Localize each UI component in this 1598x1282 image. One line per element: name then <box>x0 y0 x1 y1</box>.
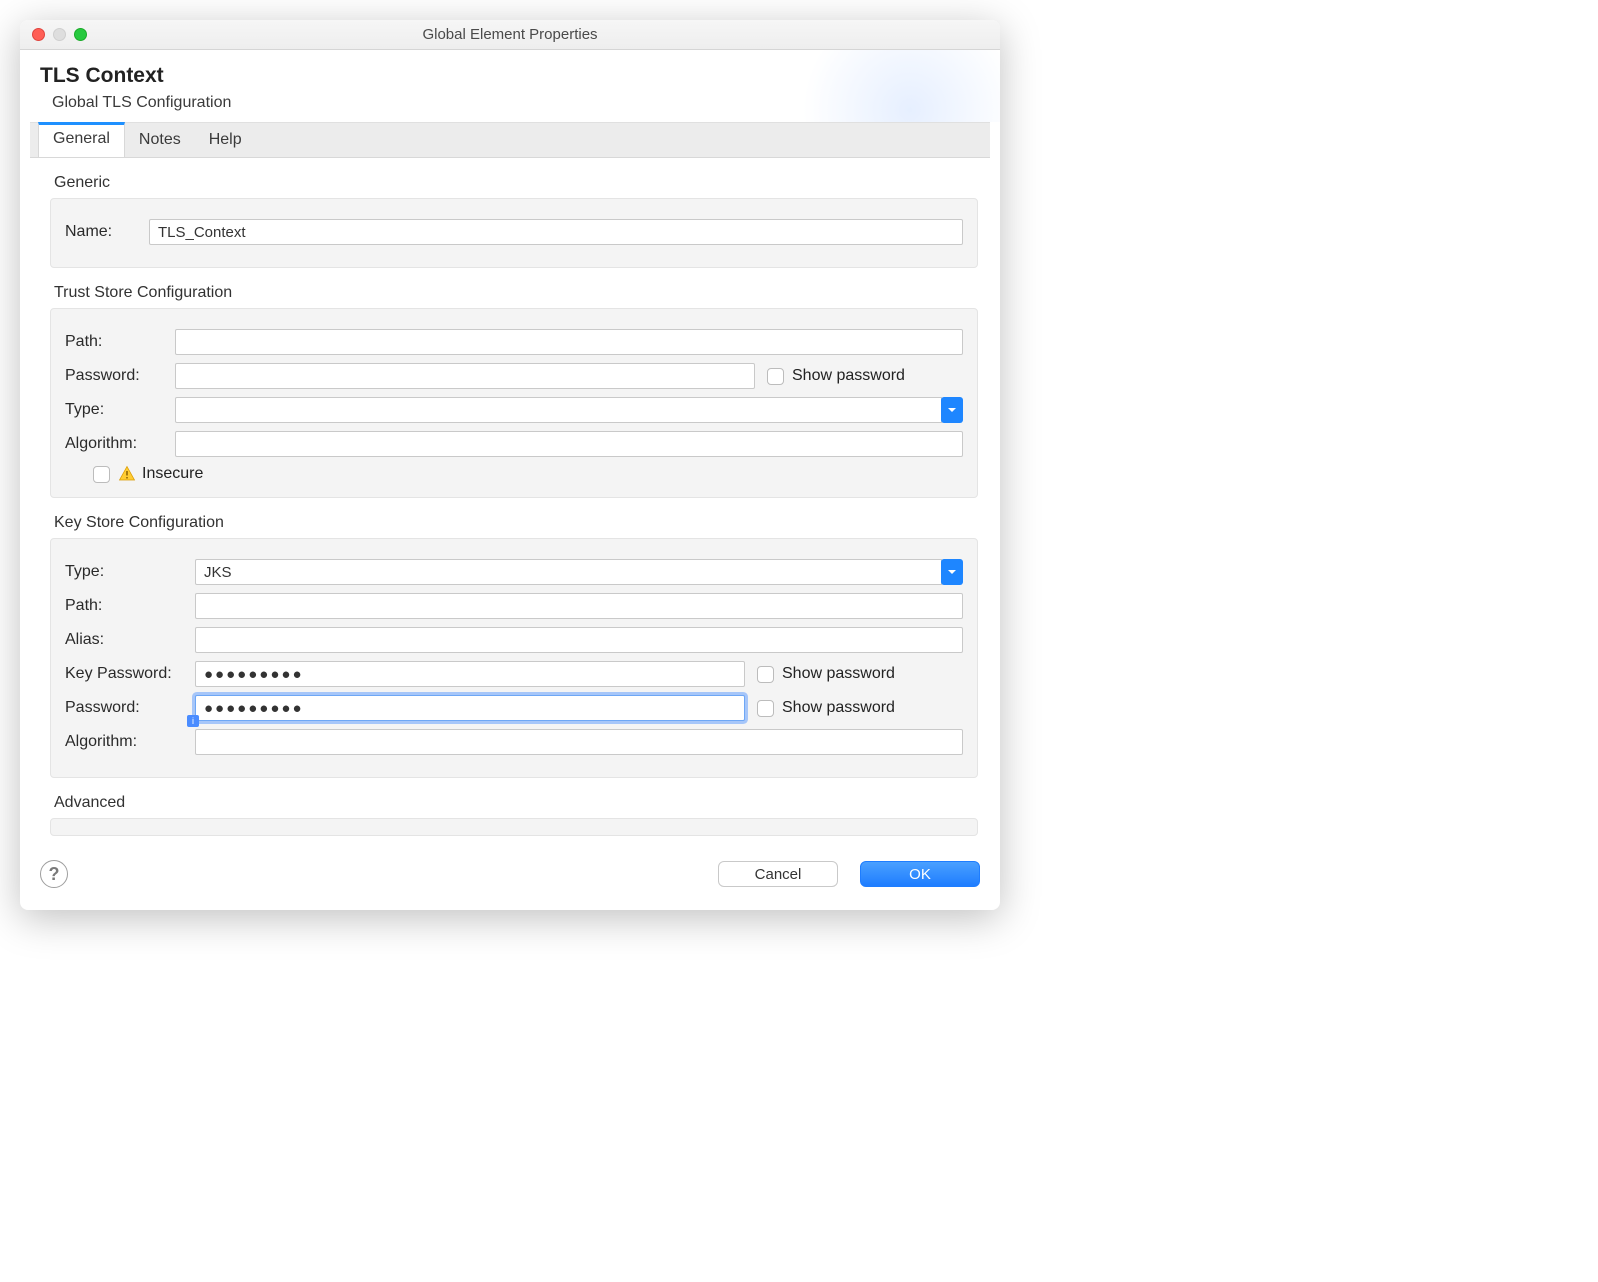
keystore-alias-input[interactable] <box>195 627 963 653</box>
window-title: Global Element Properties <box>20 26 1000 43</box>
warning-icon <box>118 465 136 483</box>
truststore-path-label: Path: <box>65 333 175 351</box>
titlebar: Global Element Properties <box>20 20 1000 50</box>
keystore-type-select[interactable] <box>195 559 942 585</box>
close-window-button[interactable] <box>32 28 45 41</box>
keystore-fieldset: Type: Path: Alias: Key Password: <box>50 538 978 778</box>
header-subtitle: Global TLS Configuration <box>52 94 980 112</box>
tabs-bar: General Notes Help <box>30 122 990 158</box>
name-label: Name: <box>65 223 149 241</box>
button-bar: ? Cancel OK <box>20 840 1000 910</box>
ok-button[interactable]: OK <box>860 861 980 887</box>
keystore-key-password-input[interactable] <box>195 661 745 687</box>
name-input[interactable] <box>149 219 963 245</box>
generic-section-label: Generic <box>54 174 978 192</box>
form-content: Generic Name: Trust Store Configuration … <box>24 158 996 840</box>
keystore-alias-label: Alias: <box>65 631 195 649</box>
keystore-key-password-show-label: Show password <box>782 665 895 683</box>
advanced-fieldset <box>50 818 978 836</box>
truststore-type-label: Type: <box>65 401 175 419</box>
truststore-show-password-checkbox[interactable] <box>767 368 784 385</box>
tab-general[interactable]: General <box>38 122 125 157</box>
truststore-fieldset: Path: Password: Show password Type: <box>50 308 978 498</box>
info-icon: i <box>187 715 199 727</box>
chevron-down-icon[interactable] <box>941 559 963 585</box>
truststore-insecure-label: Insecure <box>142 465 203 483</box>
keystore-password-label: Password: <box>65 699 195 717</box>
truststore-insecure-row: Insecure <box>93 465 963 483</box>
dialog-window: Global Element Properties TLS Context Gl… <box>20 20 1000 910</box>
header-title: TLS Context <box>40 64 980 88</box>
tab-notes[interactable]: Notes <box>125 123 195 157</box>
truststore-password-label: Password: <box>65 367 175 385</box>
chevron-down-icon[interactable] <box>941 397 963 423</box>
truststore-path-input[interactable] <box>175 329 963 355</box>
keystore-password-input[interactable] <box>195 695 745 721</box>
truststore-insecure-checkbox[interactable] <box>93 466 110 483</box>
truststore-password-input[interactable] <box>175 363 755 389</box>
help-button[interactable]: ? <box>40 860 68 888</box>
advanced-section-label: Advanced <box>54 794 978 812</box>
keystore-section-label: Key Store Configuration <box>54 514 978 532</box>
minimize-window-button[interactable] <box>53 28 66 41</box>
keystore-path-label: Path: <box>65 597 195 615</box>
tab-help[interactable]: Help <box>195 123 256 157</box>
header: TLS Context Global TLS Configuration <box>20 50 1000 122</box>
truststore-show-password-label: Show password <box>792 367 905 385</box>
keystore-password-show-checkbox[interactable] <box>757 700 774 717</box>
keystore-type-label: Type: <box>65 563 195 581</box>
zoom-window-button[interactable] <box>74 28 87 41</box>
truststore-algorithm-label: Algorithm: <box>65 435 175 453</box>
cancel-button[interactable]: Cancel <box>718 861 838 887</box>
generic-fieldset: Name: <box>50 198 978 268</box>
keystore-key-password-show-checkbox[interactable] <box>757 666 774 683</box>
keystore-path-input[interactable] <box>195 593 963 619</box>
keystore-key-password-label: Key Password: <box>65 665 195 683</box>
truststore-algorithm-input[interactable] <box>175 431 963 457</box>
window-controls <box>20 28 87 41</box>
keystore-password-show-label: Show password <box>782 699 895 717</box>
keystore-algorithm-label: Algorithm: <box>65 733 195 751</box>
truststore-type-select[interactable] <box>175 397 942 423</box>
keystore-algorithm-input[interactable] <box>195 729 963 755</box>
truststore-section-label: Trust Store Configuration <box>54 284 978 302</box>
